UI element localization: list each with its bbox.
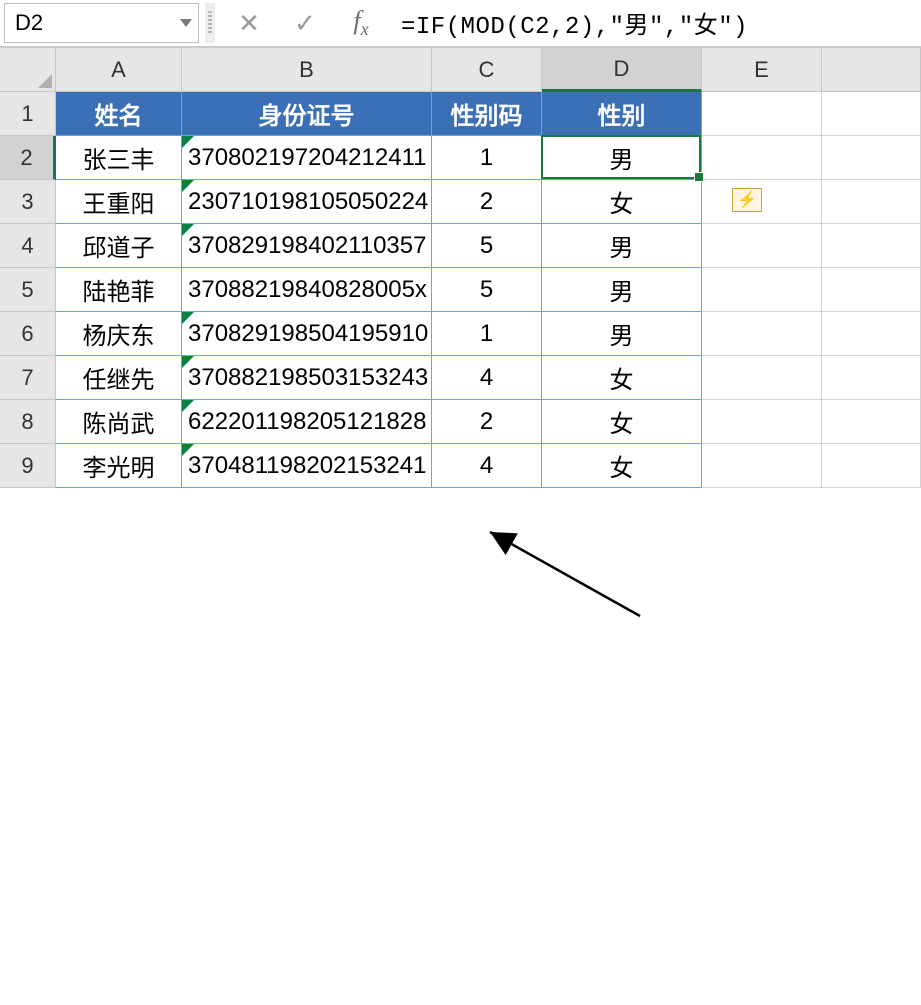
cell-A4[interactable]: 邱道子: [56, 224, 182, 268]
cell-F7[interactable]: [822, 356, 921, 400]
cell-B8[interactable]: 622201198205121828: [182, 400, 432, 444]
cell-E4[interactable]: [702, 224, 822, 268]
cell-E2[interactable]: [702, 136, 822, 180]
formula-input[interactable]: =IF(MOD(C2,2),"男","女"): [389, 3, 921, 43]
cell-D8[interactable]: 女: [542, 400, 702, 444]
cell-E1[interactable]: [702, 92, 822, 136]
cell-C1[interactable]: 性别码: [432, 92, 542, 136]
column-header-B[interactable]: B: [182, 48, 432, 92]
cell-F2[interactable]: [822, 136, 921, 180]
cell-D4[interactable]: 男: [542, 224, 702, 268]
column-header-C[interactable]: C: [432, 48, 542, 92]
cell-E8[interactable]: [702, 400, 822, 444]
cell-B7[interactable]: 370882198503153243: [182, 356, 432, 400]
formula-text: =IF(MOD(C2,2),"男","女"): [401, 5, 748, 41]
cell-D1[interactable]: 性别: [542, 92, 702, 136]
cell-A1[interactable]: 姓名: [56, 92, 182, 136]
row-header-6[interactable]: 6: [0, 312, 56, 356]
column-header-A[interactable]: A: [56, 48, 182, 92]
cell-F5[interactable]: [822, 268, 921, 312]
cell-D2[interactable]: 男: [542, 136, 702, 180]
smart-tag-button[interactable]: ⚡: [732, 188, 762, 212]
cell-C6[interactable]: 1: [432, 312, 542, 356]
cell-A6[interactable]: 杨庆东: [56, 312, 182, 356]
annotation-arrow: [0, 488, 921, 1005]
formula-bar-separator: [205, 3, 215, 43]
cell-A5[interactable]: 陆艳菲: [56, 268, 182, 312]
cell-A7[interactable]: 任继先: [56, 356, 182, 400]
cell-D7[interactable]: 女: [542, 356, 702, 400]
cell-B3[interactable]: 230710198105050224: [182, 180, 432, 224]
name-box-dropdown-icon[interactable]: [180, 19, 192, 27]
cell-B5[interactable]: 37088219840828005x: [182, 268, 432, 312]
cell-C4[interactable]: 5: [432, 224, 542, 268]
row-header-9[interactable]: 9: [0, 444, 56, 488]
cell-E5[interactable]: [702, 268, 822, 312]
lightning-icon: ⚡: [737, 190, 757, 210]
column-header-blank[interactable]: [822, 48, 921, 92]
cell-A8[interactable]: 陈尚武: [56, 400, 182, 444]
insert-function-button[interactable]: fx: [333, 3, 389, 43]
row-header-2[interactable]: 2: [0, 136, 56, 180]
cell-D6[interactable]: 男: [542, 312, 702, 356]
cell-F1[interactable]: [822, 92, 921, 136]
cell-F4[interactable]: [822, 224, 921, 268]
cell-B1[interactable]: 身份证号: [182, 92, 432, 136]
row-header-5[interactable]: 5: [0, 268, 56, 312]
cell-D3[interactable]: 女: [542, 180, 702, 224]
name-box-value: D2: [15, 10, 43, 36]
cell-C7[interactable]: 4: [432, 356, 542, 400]
cell-B4[interactable]: 370829198402110357: [182, 224, 432, 268]
cell-C9[interactable]: 4: [432, 444, 542, 488]
row-header-3[interactable]: 3: [0, 180, 56, 224]
cell-A2[interactable]: 张三丰: [56, 136, 182, 180]
fx-icon: fx: [353, 6, 368, 40]
cell-B9[interactable]: 370481198202153241: [182, 444, 432, 488]
cancel-icon: ✕: [238, 8, 260, 39]
cell-F8[interactable]: [822, 400, 921, 444]
name-box[interactable]: D2: [4, 3, 199, 43]
enter-icon: ✓: [294, 8, 316, 39]
cell-D9[interactable]: 女: [542, 444, 702, 488]
cell-A9[interactable]: 李光明: [56, 444, 182, 488]
cell-C8[interactable]: 2: [432, 400, 542, 444]
cell-B6[interactable]: 370829198504195910: [182, 312, 432, 356]
cell-C3[interactable]: 2: [432, 180, 542, 224]
cell-E9[interactable]: [702, 444, 822, 488]
formula-bar: D2 ✕ ✓ fx =IF(MOD(C2,2),"男","女"): [0, 0, 921, 48]
enter-button[interactable]: ✓: [277, 3, 333, 43]
cancel-button[interactable]: ✕: [221, 3, 277, 43]
row-header-7[interactable]: 7: [0, 356, 56, 400]
cell-D5[interactable]: 男: [542, 268, 702, 312]
select-all-corner[interactable]: [0, 48, 56, 92]
spreadsheet-grid[interactable]: A B C D E 1 姓名 身份证号 性别码 性别 2 张三丰 3708021…: [0, 48, 921, 488]
cell-B2[interactable]: 370802197204212411: [182, 136, 432, 180]
column-header-D[interactable]: D: [542, 48, 702, 92]
column-header-E[interactable]: E: [702, 48, 822, 92]
row-header-8[interactable]: 8: [0, 400, 56, 444]
cell-E6[interactable]: [702, 312, 822, 356]
cell-C5[interactable]: 5: [432, 268, 542, 312]
cell-F9[interactable]: [822, 444, 921, 488]
cell-A3[interactable]: 王重阳: [56, 180, 182, 224]
cell-C2[interactable]: 1: [432, 136, 542, 180]
row-header-4[interactable]: 4: [0, 224, 56, 268]
row-header-1[interactable]: 1: [0, 92, 56, 136]
cell-F6[interactable]: [822, 312, 921, 356]
cell-F3[interactable]: [822, 180, 921, 224]
cell-E7[interactable]: [702, 356, 822, 400]
cell-E3[interactable]: [702, 180, 822, 224]
